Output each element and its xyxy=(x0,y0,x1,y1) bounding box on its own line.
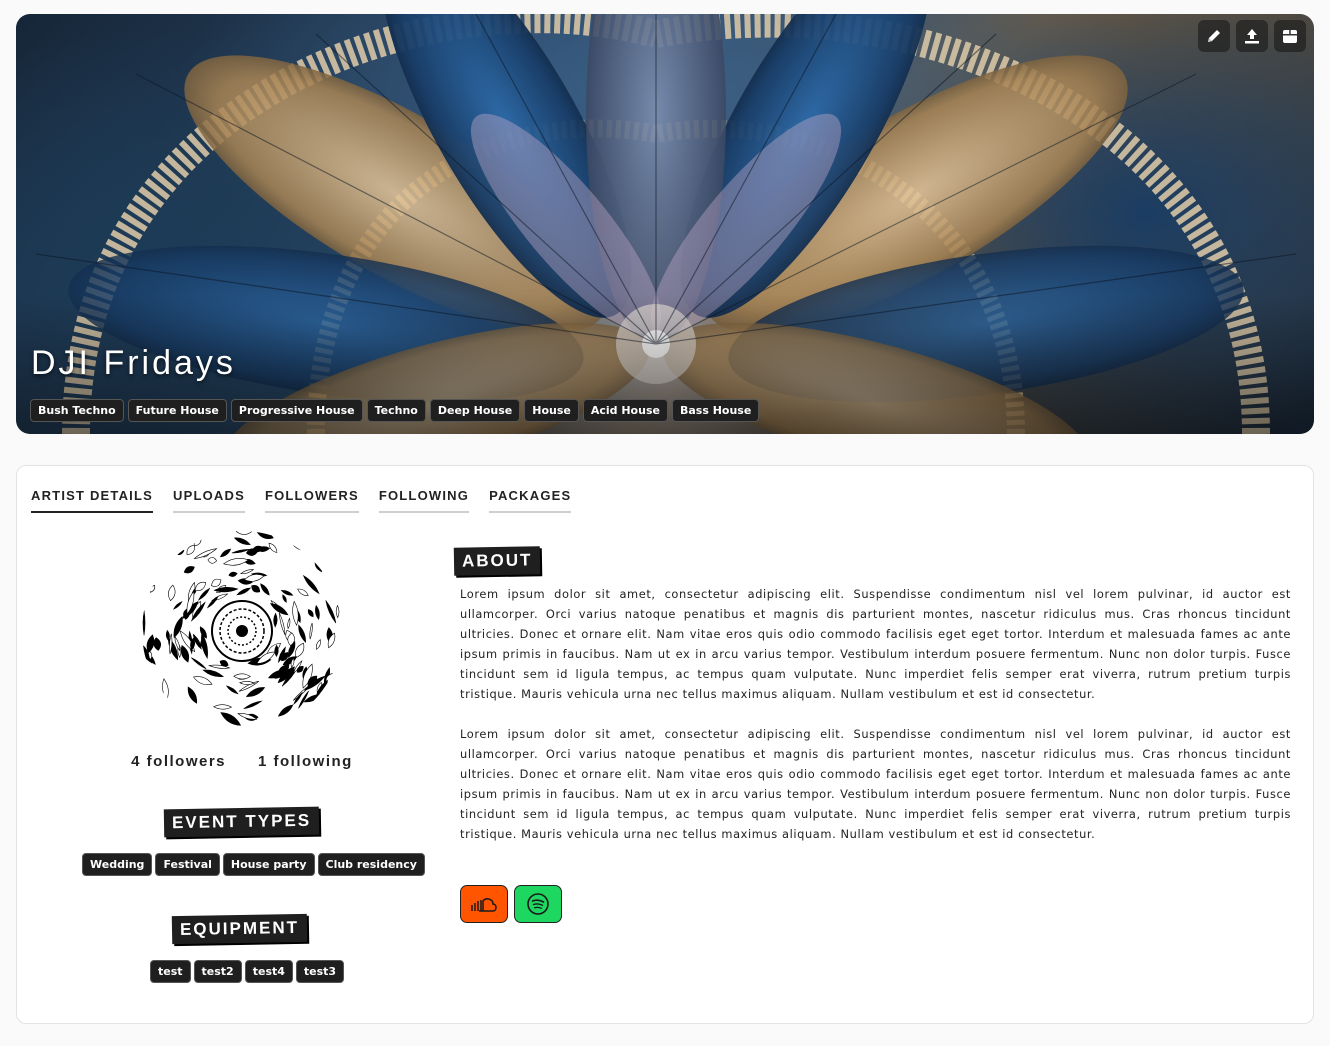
tab-artist-details[interactable]: ARTIST DETAILS xyxy=(31,488,153,513)
event-types-list: Wedding Festival House party Club residency xyxy=(82,853,425,876)
event-types-heading: EVENT TYPES xyxy=(163,806,320,838)
about-paragraph: Lorem ipsum dolor sit amet, consectetur … xyxy=(460,587,1291,701)
social-links xyxy=(460,885,562,923)
equipment-chip-test: test xyxy=(150,960,191,983)
profile-tabs: ARTIST DETAILS UPLOADS FOLLOWERS FOLLOWING P… xyxy=(31,488,572,513)
about-heading: ABOUT xyxy=(453,546,541,576)
equipment-list: test test2 test4 test3 xyxy=(150,960,345,983)
tab-packages[interactable]: PACKAGES xyxy=(489,488,572,513)
spotify-button[interactable] xyxy=(514,885,562,923)
soundcloud-button[interactable] xyxy=(460,885,508,923)
box-icon xyxy=(1283,30,1297,43)
profile-card: ARTIST DETAILS UPLOADS FOLLOWERS FOLLOWING P… xyxy=(16,465,1314,1024)
upload-button[interactable] xyxy=(1236,20,1268,52)
event-type-chip-wedding: Wedding xyxy=(82,853,153,876)
genre-tag-techno[interactable]: Techno xyxy=(366,399,426,422)
genre-tag-acid-house[interactable]: Acid House xyxy=(582,399,668,422)
edit-button[interactable] xyxy=(1198,20,1230,52)
equipment-chip-test4: test4 xyxy=(244,960,293,983)
tab-uploads[interactable]: UPLOADS xyxy=(173,488,245,513)
genre-tag-house[interactable]: House xyxy=(524,399,579,422)
cover-banner: DJI Fridays Bush Techno Future House Progr… xyxy=(16,14,1314,434)
genre-tag-deep-house[interactable]: Deep House xyxy=(429,399,521,422)
event-type-chip-house-party: House party xyxy=(222,853,315,876)
genre-tag-future-house[interactable]: Future House xyxy=(127,399,227,422)
soundcloud-icon xyxy=(471,898,497,912)
genre-tag-bush-techno[interactable]: Bush Techno xyxy=(30,399,124,422)
tab-followers[interactable]: FOLLOWERS xyxy=(264,488,359,513)
event-type-chip-club-residency: Club residency xyxy=(317,853,425,876)
banner-toolbar xyxy=(1198,20,1306,52)
about-paragraph: Lorem ipsum dolor sit amet, consectetur … xyxy=(460,727,1291,841)
pencil-icon xyxy=(1208,30,1220,42)
followers-count[interactable]: 4 followers xyxy=(131,753,226,770)
follow-stats: 4 followers 1 following xyxy=(17,753,467,770)
artist-name: DJI Fridays xyxy=(31,344,236,382)
tab-following[interactable]: FOLLOWING xyxy=(378,488,470,513)
event-type-chip-festival: Festival xyxy=(155,853,220,876)
avatar-image xyxy=(142,531,342,731)
equipment-chip-test3: test3 xyxy=(295,960,345,983)
following-count[interactable]: 1 following xyxy=(258,753,353,770)
upload-icon xyxy=(1245,29,1259,44)
avatar[interactable] xyxy=(141,530,343,732)
equipment-heading: EQUIPMENT xyxy=(171,913,308,945)
genre-tag-progressive-house[interactable]: Progressive House xyxy=(230,399,363,422)
package-button[interactable] xyxy=(1274,20,1306,52)
genre-tags: Bush Techno Future House Progressive House… xyxy=(30,399,760,422)
about-text: Lorem ipsum dolor sit amet, consectetur … xyxy=(460,584,1291,844)
equipment-chip-test2: test2 xyxy=(193,960,242,983)
genre-tag-bass-house[interactable]: Bass House xyxy=(671,399,760,422)
spotify-icon xyxy=(527,893,549,915)
